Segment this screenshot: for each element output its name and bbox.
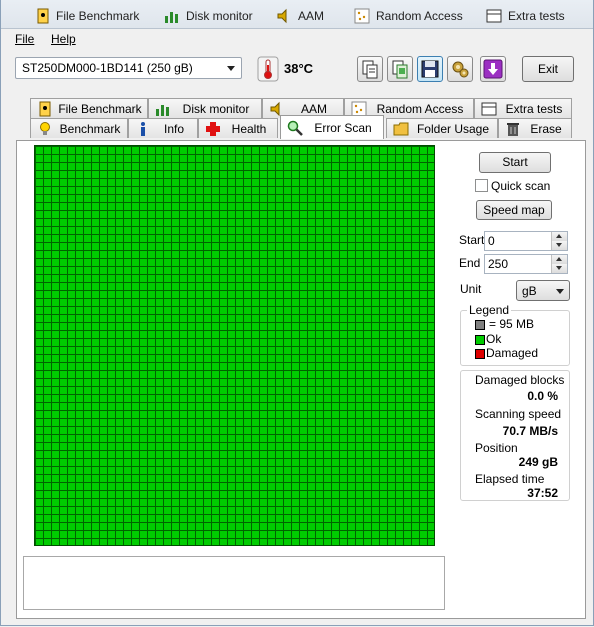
ghost-tab-file-benchmark: File Benchmark [36,5,139,27]
folder-icon [393,122,409,135]
tab-folder-usage[interactable]: Folder Usage [386,118,498,138]
legend-ok-label: Ok [486,332,502,346]
menu-file-label: File [15,32,35,46]
thermometer-icon [257,56,279,82]
ghost-tab-disk-monitor: Disk monitor [164,5,253,27]
tab-file-benchmark[interactable]: File Benchmark [30,98,148,118]
ghost-tab-label: AAM [298,9,325,23]
ghost-tab-label: File Benchmark [56,9,140,23]
speed-map-button[interactable]: Speed map [476,200,552,220]
background-window-strip: File Benchmark Disk monitor AAM Random A… [0,0,594,29]
tab-label: Disk monitor [182,101,250,116]
tab-label: Error Scan [314,120,372,135]
ghost-tab-label: Extra tests [508,9,565,23]
ghost-tab-label: Random Access [376,9,463,23]
tab-erase[interactable]: Erase [498,118,572,138]
elapsed-time-label: Elapsed time [475,472,545,486]
end-position-value: 250 [488,257,509,271]
tab-label: Erase [530,121,562,136]
extra-tests-icon [486,9,502,23]
scanning-speed-value: 70.7 MB/s [502,424,558,438]
ghost-tab-aam: AAM [276,5,324,27]
info-icon [141,121,145,136]
tab-error-scan[interactable]: Error Scan [280,115,384,139]
legend-damaged-swatch [475,349,485,359]
menu-help[interactable]: Help [51,32,76,46]
tab-info[interactable]: Info [128,118,198,138]
chevron-down-icon [227,66,235,71]
chevron-down-icon [556,289,564,294]
legend-ok-swatch [475,335,485,345]
quick-scan-label: Quick scan [491,179,551,193]
tab-label: Random Access [376,101,464,116]
copy-screenshot-button[interactable] [387,56,413,82]
speaker-icon [277,8,287,24]
tab-disk-monitor[interactable]: Disk monitor [148,98,262,118]
legend-block-swatch [475,320,485,330]
unit-select-value: gB [522,284,537,298]
unit-select[interactable]: gB [516,280,570,301]
download-arrow-icon [483,59,503,79]
scan-block-grid [34,145,435,546]
unit-label: Unit [460,282,482,296]
start-position-field[interactable]: 0 [484,231,568,251]
legend-block-size: = 95 MB [489,317,535,331]
floppy-disk-icon [421,60,439,78]
ghost-tab-label: Disk monitor [186,9,253,23]
copy-icon [362,60,378,79]
copy-screenshot-icon [392,60,408,79]
extra-tests-icon [481,102,497,115]
lightbulb-icon [40,121,50,135]
tab-label: File Benchmark [58,101,142,116]
trash-icon [507,122,519,136]
red-cross-icon [206,121,220,136]
quick-scan-checkbox[interactable] [475,179,488,192]
file-benchmark-icon [39,101,51,116]
damaged-blocks-label: Damaged blocks [475,373,565,387]
damaged-blocks-value: 0.0 % [527,389,558,403]
position-label: Position [475,441,518,455]
ghost-tab-random-access: Random Access [354,5,463,27]
tab-benchmark[interactable]: Benchmark [30,118,128,138]
drive-select[interactable]: ST250DM000-1BD141 (250 gB) [15,57,242,79]
end-position-field[interactable]: 250 [484,254,568,274]
start-scan-button[interactable]: Start [479,152,551,173]
tab-label: Benchmark [59,121,121,136]
copy-text-button[interactable] [357,56,383,82]
legend-damaged-label: Damaged [486,346,539,360]
file-benchmark-icon [37,8,49,24]
scanning-speed-label: Scanning speed [475,407,562,421]
disk-monitor-icon [165,12,178,23]
disk-monitor-icon [156,104,169,116]
tab-label: Folder Usage [416,121,490,136]
exit-button[interactable]: Exit [522,56,574,82]
temperature-readout: 38°C [284,61,314,76]
ghost-tab-extra-tests: Extra tests [486,5,565,27]
start-position-value: 0 [488,234,495,248]
tab-label: Health [231,121,267,136]
drive-select-value: ST250DM000-1BD141 (250 gB) [22,61,193,75]
menu-help-label: Help [51,32,76,46]
menu-file[interactable]: File [15,32,34,46]
download-button[interactable] [480,56,506,82]
tab-extra-tests[interactable]: Extra tests [474,98,572,118]
start-position-label: Start [459,233,485,247]
save-button[interactable] [417,56,443,82]
magnifier-icon [287,120,303,136]
legend-title: Legend [467,303,512,317]
tab-label: Extra tests [505,101,563,116]
options-button[interactable] [447,56,473,82]
start-spin-down[interactable] [551,241,567,250]
tab-label: AAM [300,101,327,116]
random-access-icon [354,8,370,24]
position-value: 249 gB [518,455,558,469]
menu-bar: File Help [0,29,594,49]
end-spin-down[interactable] [551,264,567,273]
scan-log-area [23,556,445,610]
tab-health[interactable]: Health [198,118,278,138]
end-position-label: End [459,256,481,270]
tab-label: Info [163,121,184,136]
gear-icon [452,61,469,78]
elapsed-time-value: 37:52 [527,486,558,500]
